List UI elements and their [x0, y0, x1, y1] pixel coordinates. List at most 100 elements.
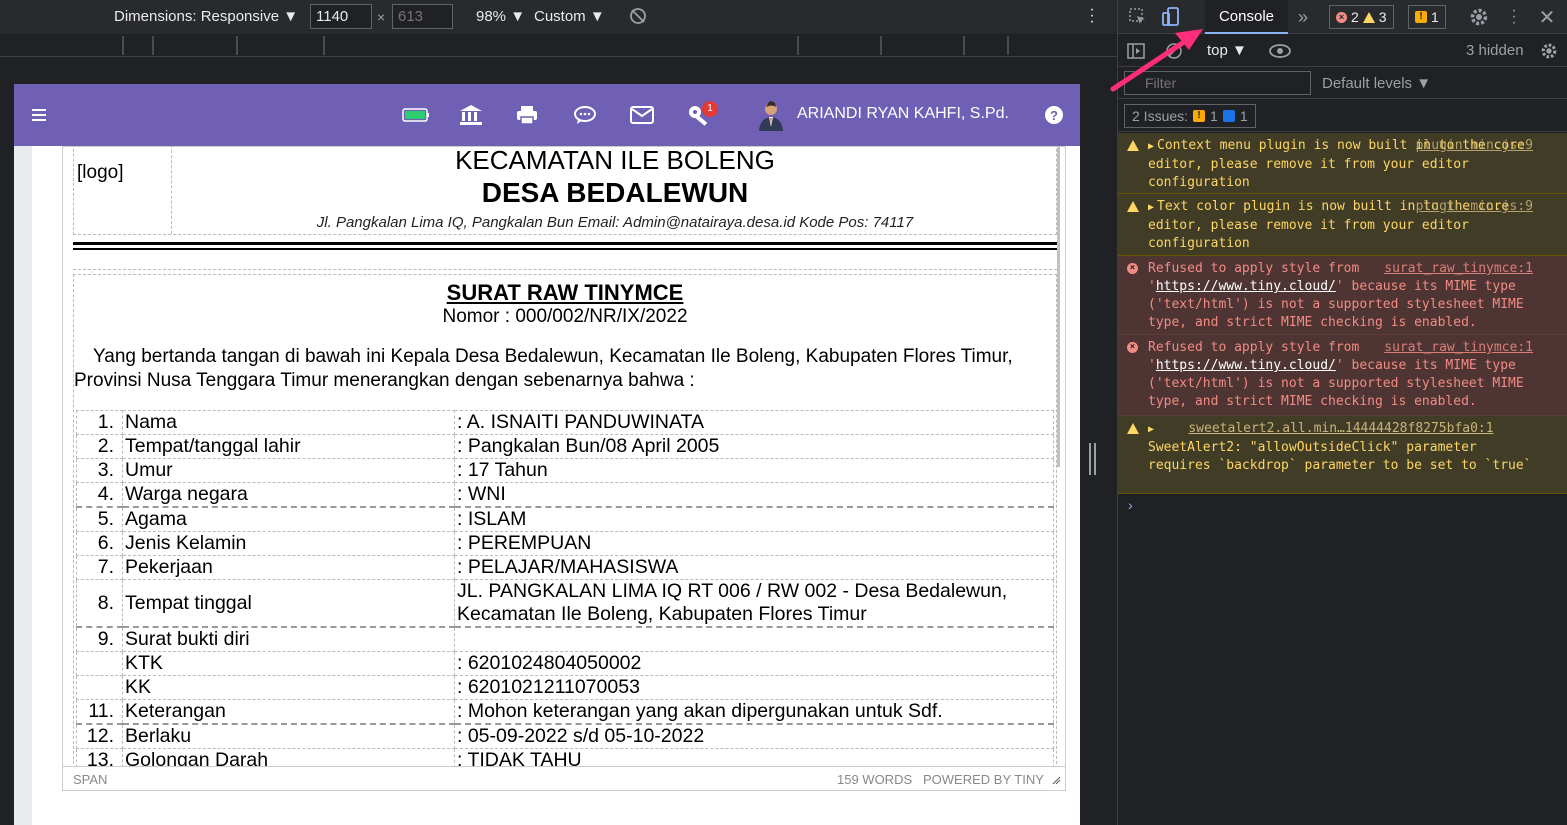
row-label: Umur [122, 458, 455, 483]
tab-console[interactable]: Console [1205, 0, 1288, 34]
top-navbar: 1 ARIANDI RYAN KAHFI, S.Pd. ? [14, 84, 1080, 146]
table-row: 1. Nama: A. ISNAITI PANDUWINATA [76, 410, 1054, 435]
editor-scrollbar[interactable] [1057, 147, 1060, 467]
console-message[interactable]: × surat_raw_tinymce:1 Refused to apply s… [1118, 256, 1567, 335]
devtools-panel: Console » × 2 3 ! 1 · · · ✕ top ▼ 3 hidd… [1117, 0, 1567, 825]
expand-caret-icon[interactable]: ▶ [1148, 138, 1154, 156]
sidebar-toggle-icon[interactable] [1125, 40, 1147, 62]
row-label: Berlaku [122, 723, 455, 749]
message-source-link[interactable]: surat_raw_tinymce:1 [1384, 260, 1533, 278]
throttle-label: Custom [534, 8, 586, 25]
message-source-link[interactable]: plugin.min.js:9 [1416, 198, 1533, 216]
emulated-page: 1 ARIANDI RYAN KAHFI, S.Pd. ? [logo] KEC… [14, 84, 1080, 825]
row-label: Pekerjaan [122, 555, 455, 580]
table-row: 8. Tempat tinggal JL. PANGKALAN LIMA IQ RT… [76, 579, 1054, 628]
row-number: 7. [76, 555, 123, 580]
console-message[interactable]: ▶ sweetalert2.all.min…14444428f8275bfa0:… [1118, 416, 1567, 494]
row-number: 5. [76, 506, 123, 532]
row-value: : PEREMPUAN [454, 531, 1054, 556]
issues-counter[interactable]: ! 1 [1408, 5, 1446, 29]
word-count[interactable]: 159 WORDS [837, 772, 912, 787]
context-selector[interactable]: top ▼ [1207, 42, 1247, 59]
row-value: : WNI [454, 482, 1054, 508]
height-input[interactable] [392, 4, 453, 29]
message-url-link[interactable]: https://www.tiny.cloud/ [1156, 358, 1336, 373]
table-row: 13. Golongan Darah: TIDAK TAHU [76, 748, 1054, 766]
devtools-menu-icon[interactable]: · · · [1503, 3, 1525, 31]
inspect-element-icon[interactable] [1127, 6, 1149, 28]
width-input[interactable] [310, 4, 372, 29]
menu-icon[interactable] [26, 102, 54, 128]
svg-text:?: ? [1050, 108, 1058, 123]
row-label: Warga negara [122, 482, 455, 508]
message-source-link[interactable]: surat_raw_tinymce:1 [1384, 339, 1533, 357]
device-toggle-icon[interactable] [1160, 6, 1182, 28]
element-path[interactable]: SPAN [73, 772, 107, 787]
issues-button[interactable]: 2 Issues: ! 1 1 [1124, 104, 1256, 128]
table-row: KTK: 6201024804050002 [76, 651, 1054, 676]
live-expression-eye-icon[interactable] [1269, 40, 1291, 62]
filter-input[interactable] [1124, 71, 1311, 95]
message-body: SweetAlert2: "allowOutsideClick" paramet… [1148, 440, 1532, 473]
zoom-label: 98% [476, 8, 507, 25]
times-sign: × [377, 9, 386, 25]
error-icon: × [1336, 11, 1347, 23]
media-query-ruler [0, 34, 1117, 57]
section-divider [73, 269, 1057, 270]
battery-icon[interactable] [402, 102, 430, 128]
avatar[interactable] [755, 99, 787, 131]
error-icon: × [1127, 342, 1138, 353]
issues-label: 2 Issues: [1132, 108, 1189, 124]
editor-content[interactable]: [logo] KECAMATAN ILE BOLENG DESA BEDALEW… [63, 147, 1065, 766]
editor-statusbar: SPAN 159 WORDS POWERED BY TINY [63, 766, 1065, 790]
dimensions-dropdown[interactable]: Dimensions: Responsive ▼ [114, 8, 298, 25]
help-icon[interactable]: ? [1040, 102, 1068, 128]
print-icon[interactable] [513, 102, 541, 128]
row-number: 12. [76, 723, 123, 749]
row-number: 13. [76, 748, 123, 766]
close-devtools-icon[interactable]: ✕ [1536, 6, 1558, 29]
letter-body: SURAT RAW TINYMCE Nomor : 000/002/NR/IX/… [73, 274, 1057, 766]
clear-console-icon[interactable] [1163, 40, 1185, 62]
notification-badge: 1 [702, 101, 718, 117]
bank-icon[interactable] [457, 102, 485, 128]
issues-info-icon [1222, 110, 1235, 122]
more-tabs-icon[interactable]: » [1292, 6, 1314, 28]
tinymce-editor[interactable]: [logo] KECAMATAN ILE BOLENG DESA BEDALEW… [62, 146, 1066, 791]
console-settings-icon[interactable] [1538, 40, 1560, 62]
resize-handle-icon[interactable] [1051, 775, 1061, 785]
console-message[interactable]: plugin.min.js:9 ▶ Context menu plugin is … [1118, 133, 1567, 194]
resize-splitter[interactable] [1089, 443, 1096, 475]
row-label: KK [122, 675, 455, 700]
error-icon: × [1127, 263, 1138, 274]
console-message[interactable]: × surat_raw_tinymce:1 Refused to apply s… [1118, 335, 1567, 416]
letterhead-table: [logo] KECAMATAN ILE BOLENG DESA BEDALEW… [73, 147, 1057, 235]
throttle-dropdown[interactable]: Custom ▼ [534, 8, 605, 25]
kecamatan-heading: KECAMATAN ILE BOLENG [455, 147, 775, 175]
console-prompt[interactable]: › [1128, 497, 1133, 513]
expand-caret-icon[interactable]: ▶ [1148, 421, 1154, 439]
mail-icon[interactable] [628, 102, 656, 128]
dimensions-label: Dimensions: Responsive [114, 8, 280, 25]
warning-icon [1127, 140, 1139, 151]
row-number: 8. [76, 579, 123, 628]
user-name[interactable]: ARIANDI RYAN KAHFI, S.Pd. [797, 105, 1009, 123]
console-message[interactable]: plugin.min.js:9 ▶ Text color plugin is no… [1118, 194, 1567, 256]
zoom-dropdown[interactable]: 98% ▼ [476, 8, 525, 25]
chat-icon[interactable] [571, 102, 599, 128]
hidden-count[interactable]: 3 hidden [1466, 42, 1524, 59]
logo-placeholder: [logo] [77, 162, 124, 183]
message-url-link[interactable]: https://www.tiny.cloud/ [1156, 279, 1336, 294]
more-options-icon[interactable]: · · · [1087, 2, 1097, 30]
settings-gear-icon[interactable] [1468, 6, 1490, 28]
message-source-link[interactable]: sweetalert2.all.min…14444428f8275bfa0:1 [1188, 421, 1493, 436]
log-levels-dropdown[interactable]: Default levels ▼ [1322, 75, 1431, 92]
powered-by-tiny[interactable]: POWERED BY TINY [923, 772, 1044, 787]
message-source-link[interactable]: plugin.min.js:9 [1416, 137, 1533, 155]
log-levels-label: Default levels [1322, 75, 1413, 92]
expand-caret-icon[interactable]: ▶ [1148, 199, 1154, 217]
rotate-icon[interactable] [628, 6, 648, 26]
error-warning-counter[interactable]: × 2 3 [1329, 5, 1394, 29]
row-label: KTK [122, 651, 455, 676]
row-label: Surat bukti diri [122, 626, 455, 652]
